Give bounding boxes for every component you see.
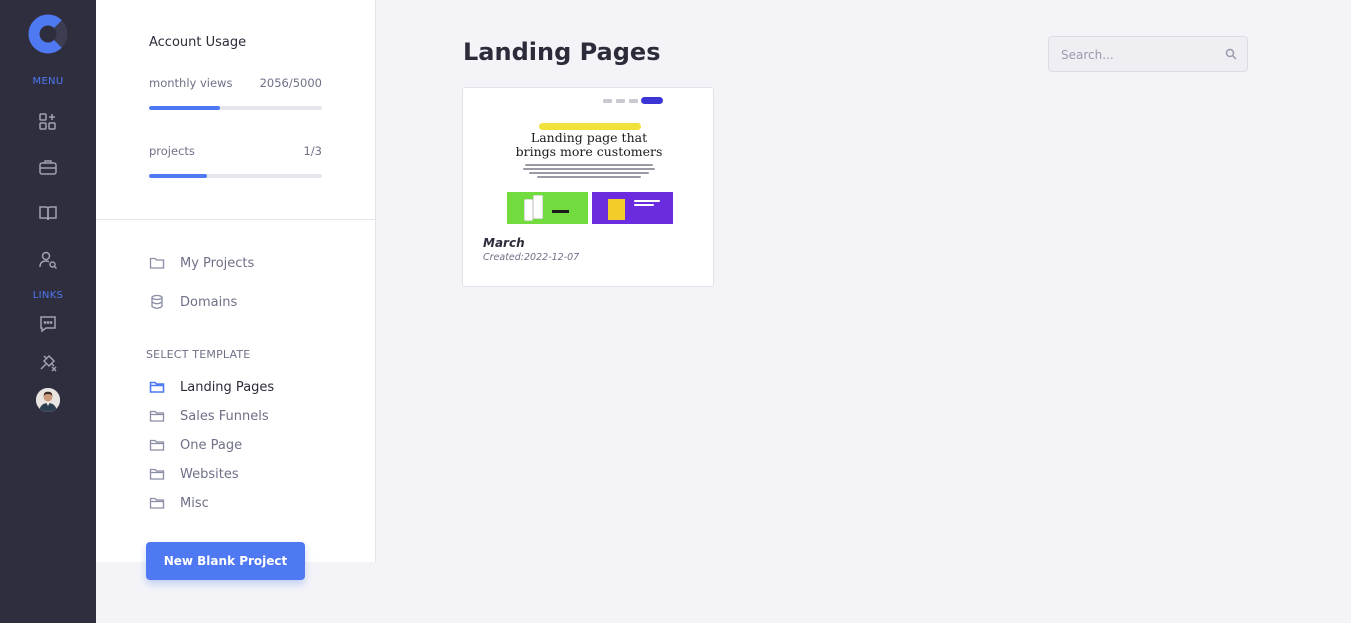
template-websites-label: Websites	[180, 466, 239, 482]
created-value: 2022-12-07	[524, 252, 580, 263]
monthly-views-label: monthly views	[149, 76, 233, 90]
search-icon[interactable]	[1225, 48, 1237, 60]
folder-icon	[149, 466, 165, 482]
template-one-page[interactable]: One Page	[149, 435, 242, 455]
book-icon[interactable]	[38, 203, 58, 223]
database-icon	[149, 294, 165, 310]
account-usage-title: Account Usage	[149, 35, 247, 50]
user-search-icon[interactable]	[38, 250, 58, 270]
projects-progress-fill	[149, 174, 207, 178]
search-input[interactable]	[1061, 46, 1221, 64]
template-sales-funnels[interactable]: Sales Funnels	[149, 406, 269, 426]
nav-domains-label: Domains	[180, 294, 238, 310]
side-panel: Account Usage monthly views 2056/5000 pr…	[96, 0, 376, 562]
created-label: Created:	[483, 252, 525, 263]
nav-my-projects[interactable]: My Projects	[149, 253, 254, 273]
template-landing-pages-label: Landing Pages	[180, 379, 275, 395]
search-box	[1048, 36, 1248, 72]
template-one-page-label: One Page	[180, 437, 243, 453]
page-title: Landing Pages	[463, 38, 661, 66]
projects-value: 1/3	[303, 144, 322, 158]
nav-my-projects-label: My Projects	[180, 255, 255, 271]
user-avatar[interactable]	[36, 388, 60, 412]
folder-icon	[149, 408, 165, 424]
monthly-views-progress-fill	[149, 106, 221, 110]
project-created-date: Created:2022-12-07	[483, 252, 579, 263]
folder-icon	[149, 437, 165, 453]
folder-icon	[149, 495, 165, 511]
thumbnail-headline-1: Landing page that	[530, 130, 648, 145]
project-thumbnail: Landing page that brings more customers	[473, 94, 705, 224]
project-card[interactable]: Landing page that brings more customers …	[462, 87, 714, 287]
template-sales-funnels-label: Sales Funnels	[180, 408, 269, 424]
thumbnail-headline-2: brings more customers	[515, 144, 663, 159]
menu-section-label: MENU	[32, 76, 64, 87]
briefcase-icon[interactable]	[38, 157, 58, 177]
chat-icon[interactable]	[38, 314, 58, 334]
template-landing-pages[interactable]: Landing Pages	[149, 377, 274, 397]
links-section-label: LINKS	[32, 290, 64, 301]
folder-icon	[149, 255, 165, 271]
folder-icon	[149, 379, 165, 395]
monthly-views-progress	[149, 106, 322, 110]
project-name: March	[483, 236, 525, 250]
app-logo[interactable]	[28, 14, 68, 54]
new-blank-project-button[interactable]: New Blank Project	[146, 542, 305, 580]
template-websites[interactable]: Websites	[149, 464, 239, 484]
template-misc-label: Misc	[180, 495, 209, 511]
dashboard-icon[interactable]	[38, 112, 58, 132]
select-template-heading: SELECT TEMPLATE	[146, 348, 251, 361]
template-misc[interactable]: Misc	[149, 493, 209, 513]
main-rail: MENU LINKS	[0, 0, 96, 623]
plug-icon[interactable]	[38, 352, 58, 372]
monthly-views-value: 2056/5000	[259, 76, 322, 90]
projects-progress	[149, 174, 322, 178]
projects-label: projects	[149, 144, 195, 158]
nav-domains[interactable]: Domains	[149, 292, 237, 312]
panel-divider	[96, 219, 375, 220]
